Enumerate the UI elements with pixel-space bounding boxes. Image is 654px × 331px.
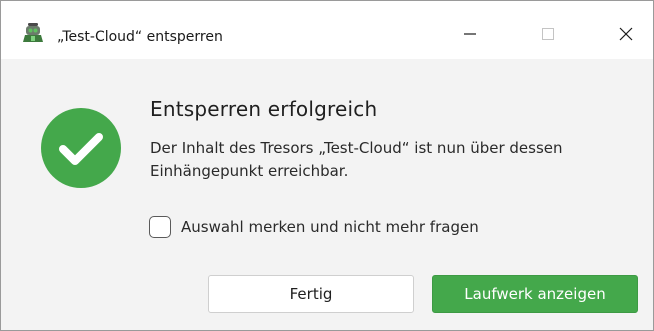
dialog-heading: Entsperren erfolgreich [150,97,378,121]
window-title: „Test-Cloud“ entsperren [57,29,223,45]
minimize-button[interactable] [447,15,493,55]
unlock-success-dialog: „Test-Cloud“ entsperren Entsperren erfol… [0,0,654,331]
done-button[interactable]: Fertig [208,275,414,313]
remember-choice-option[interactable]: Auswahl merken und nicht mehr fragen [149,216,479,238]
title-bar[interactable]: „Test-Cloud“ entsperren [1,1,653,59]
close-button[interactable] [603,15,649,55]
dialog-message: Der Inhalt des Tresors „Test-Cloud“ ist … [150,139,563,180]
cryptomator-robot-icon [22,21,44,43]
reveal-drive-button[interactable]: Laufwerk anzeigen [432,275,638,313]
minimize-icon [463,26,477,45]
maximize-icon [541,26,555,45]
maximize-button[interactable] [525,15,571,55]
remember-choice-label[interactable]: Auswahl merken und nicht mehr fragen [181,218,479,236]
remember-choice-checkbox[interactable] [149,216,171,238]
dialog-body: Entsperren erfolgreich Der Inhalt des Tr… [1,59,653,330]
success-check-icon [39,106,123,190]
close-icon [619,26,633,45]
